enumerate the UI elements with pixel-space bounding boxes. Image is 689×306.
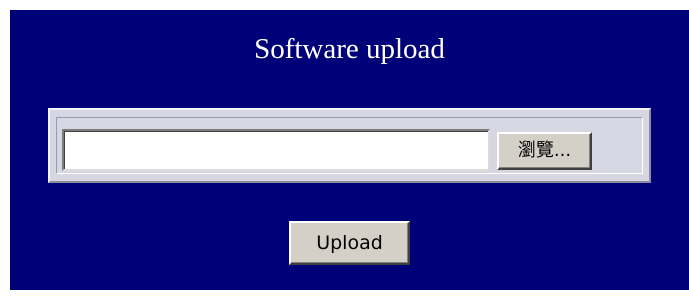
upload-panel: Software upload 瀏覽... Upload (10, 10, 689, 290)
page-title: Software upload (254, 33, 445, 65)
upload-button[interactable]: Upload (289, 221, 410, 265)
file-path-input[interactable] (62, 129, 490, 171)
file-picker-inner-frame: 瀏覽... (56, 117, 643, 174)
browse-button[interactable]: 瀏覽... (497, 132, 592, 170)
file-picker-frame: 瀏覽... (48, 108, 651, 183)
